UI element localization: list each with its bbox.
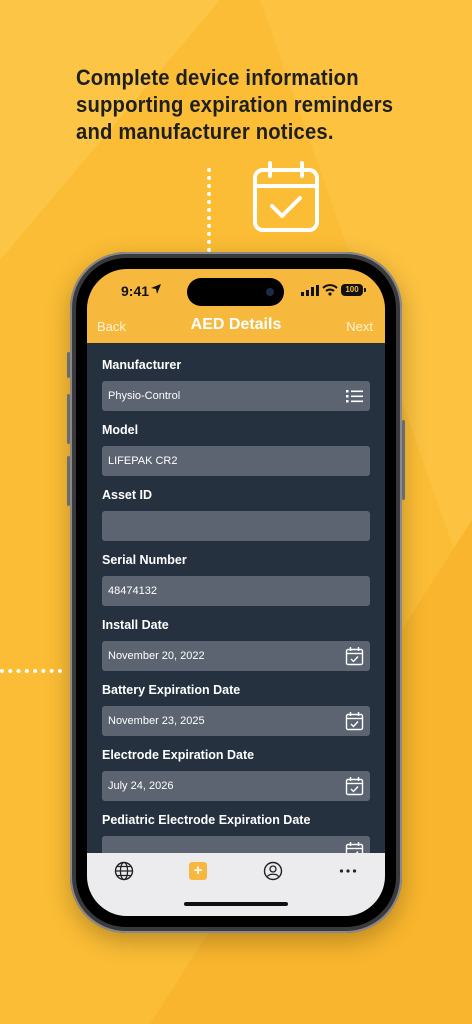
manufacturer-field: Manufacturer Physio-Control (102, 356, 370, 411)
field-value: Physio-Control (108, 390, 181, 402)
profile-icon[interactable] (263, 861, 283, 881)
signal-icon (301, 285, 319, 296)
field-label: Install Date (102, 618, 169, 632)
electrode-expiration-input[interactable]: July 24, 2026 (102, 771, 370, 801)
asset-id-field: Asset ID (102, 486, 370, 541)
serial-number-input[interactable]: 48474132 (102, 576, 370, 606)
field-label: Electrode Expiration Date (102, 748, 255, 762)
page-title: AED Details (190, 316, 282, 333)
dotted-connector-vertical (207, 168, 211, 260)
field-label: Pediatric Electrode Expiration Date (102, 813, 311, 827)
wifi-icon (322, 284, 338, 296)
phone-frame: 9:41 100 Back AED Details Next Manufactu… (67, 252, 405, 933)
asset-id-input[interactable] (102, 511, 370, 541)
field-label: Serial Number (102, 553, 187, 567)
add-icon[interactable]: + (189, 862, 207, 880)
battery-expiration-input[interactable]: November 23, 2025 (102, 706, 370, 736)
field-value: July 24, 2026 (108, 780, 174, 792)
battery-indicator: 100 (341, 284, 363, 296)
field-value: November 20, 2022 (108, 650, 205, 662)
dynamic-island (187, 278, 284, 306)
list-icon[interactable] (345, 386, 364, 406)
model-input[interactable]: LIFEPAK CR2 (102, 446, 370, 476)
phone-volume-up (67, 394, 70, 444)
next-button[interactable]: Next (346, 319, 373, 334)
field-value: LIFEPAK CR2 (108, 455, 178, 467)
battery-tip (364, 288, 366, 292)
serial-number-field: Serial Number 48474132 (102, 551, 370, 606)
status-time: 9:41 (121, 283, 150, 299)
calendar-icon[interactable] (345, 841, 364, 853)
location-icon (151, 284, 161, 294)
phone-silent-switch (67, 352, 70, 378)
headline-line: Complete device information (76, 65, 359, 90)
manufacturer-select[interactable]: Physio-Control (102, 381, 370, 411)
phone-power-button (402, 420, 405, 500)
electrode-expiration-field: Electrode Expiration Date July 24, 2026 (102, 746, 370, 801)
calendar-check-icon (253, 161, 319, 232)
tab-bar: + (87, 853, 385, 916)
home-indicator (184, 902, 288, 906)
calendar-icon[interactable] (345, 646, 364, 666)
field-label: Manufacturer (102, 358, 182, 372)
calendar-icon[interactable] (345, 711, 364, 731)
calendar-icon[interactable] (345, 776, 364, 796)
battery-expiration-field: Battery Expiration Date November 23, 202… (102, 681, 370, 736)
field-label: Battery Expiration Date (102, 683, 241, 697)
field-value: 48474132 (108, 585, 157, 597)
globe-icon[interactable] (114, 861, 134, 881)
aed-details-form: Manufacturer Physio-Control Model LIFEPA… (87, 343, 385, 853)
field-value: November 23, 2025 (108, 715, 205, 727)
pediatric-electrode-expiration-field: Pediatric Electrode Expiration Date (102, 811, 370, 853)
field-label: Asset ID (102, 488, 153, 502)
pediatric-electrode-expiration-input[interactable] (102, 836, 370, 853)
install-date-input[interactable]: November 20, 2022 (102, 641, 370, 671)
headline: Complete device information supporting e… (76, 64, 456, 145)
more-icon[interactable] (338, 861, 358, 881)
phone-screen: 9:41 100 Back AED Details Next Manufactu… (87, 269, 385, 916)
camera-dot (266, 288, 274, 296)
model-field: Model LIFEPAK CR2 (102, 421, 370, 476)
headline-line: supporting expiration reminders (76, 92, 394, 117)
field-label: Model (102, 423, 139, 437)
install-date-field: Install Date November 20, 2022 (102, 616, 370, 671)
headline-line: and manufacturer notices. (76, 119, 334, 144)
phone-volume-down (67, 456, 70, 506)
dotted-connector-horizontal (0, 669, 62, 673)
top-bar: 9:41 100 Back AED Details Next (87, 269, 385, 343)
